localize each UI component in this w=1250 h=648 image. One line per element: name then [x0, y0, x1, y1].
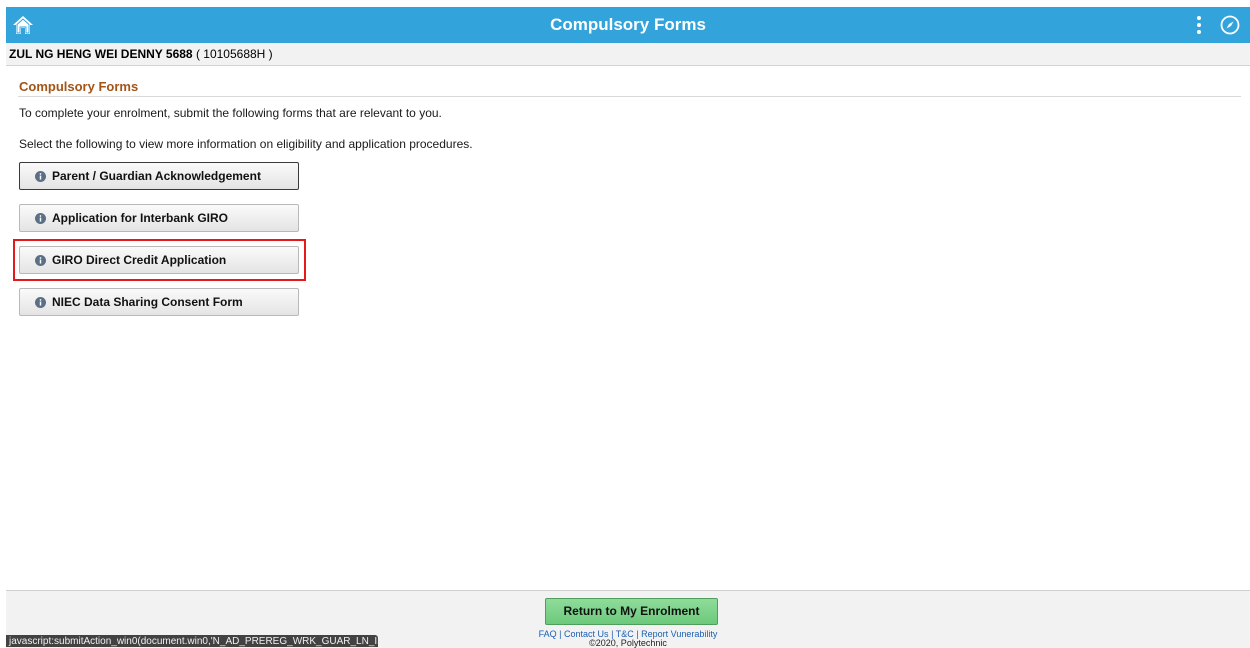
instruction-text: Select the following to view more inform… — [19, 137, 473, 151]
faq-link[interactable]: FAQ — [539, 629, 557, 639]
page-title: Compulsory Forms — [550, 15, 706, 34]
form-button-label: NIEC Data Sharing Consent Form — [52, 295, 243, 309]
section-title: Compulsory Forms — [19, 79, 139, 94]
browser-status-bar: javascript:submitAction_win0(document.wi… — [6, 635, 378, 647]
parent-guardian-acknowledgement-button[interactable]: Parent / Guardian Acknowledgement — [19, 162, 299, 190]
section-divider — [18, 96, 1241, 97]
intro-text: To complete your enrolment, submit the f… — [19, 106, 442, 120]
form-button-label: GIRO Direct Credit Application — [52, 253, 227, 267]
student-info-bar: ZUL NG HENG WEI DENNY 5688 ( 10105688H ) — [6, 43, 1250, 66]
info-icon — [35, 296, 46, 308]
form-button-label: Parent / Guardian Acknowledgement — [52, 169, 261, 183]
interbank-giro-application-button[interactable]: Application for Interbank GIRO — [19, 204, 299, 232]
niec-data-sharing-consent-button[interactable]: NIEC Data Sharing Consent Form — [19, 288, 299, 316]
student-id: ( 10105688H ) — [195, 47, 273, 61]
info-icon — [35, 254, 46, 266]
compass-icon[interactable] — [1220, 15, 1240, 35]
info-icon — [35, 170, 46, 182]
vertical-dots-icon[interactable] — [1196, 15, 1202, 35]
return-to-enrolment-button[interactable]: Return to My Enrolment — [545, 598, 718, 625]
giro-direct-credit-application-button[interactable]: GIRO Direct Credit Application — [19, 246, 299, 274]
form-button-label: Application for Interbank GIRO — [52, 211, 229, 225]
info-icon — [35, 212, 46, 224]
student-name: ZUL NG HENG WEI DENNY 5688 — [9, 47, 193, 61]
link-separator: | — [559, 629, 562, 639]
top-header-bar: Compulsory Forms — [6, 7, 1250, 43]
